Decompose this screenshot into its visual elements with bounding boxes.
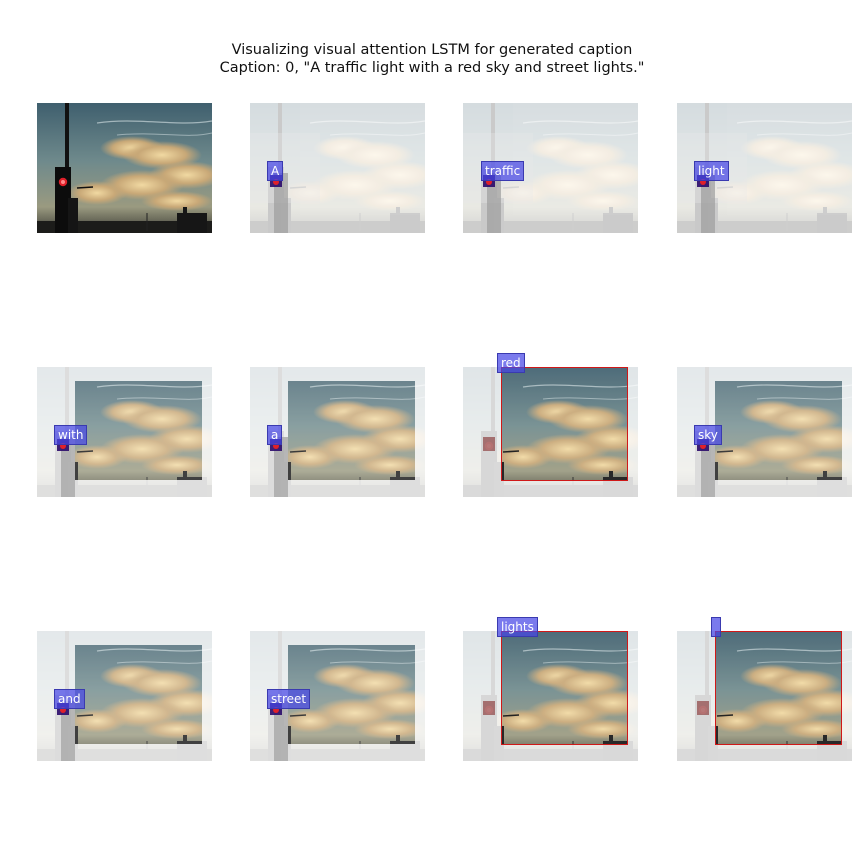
caption-word-label: and	[54, 689, 85, 709]
figure-title-line-2: Caption: 0, "A traffic light with a red …	[219, 60, 645, 76]
caption-word-label: street	[267, 689, 311, 709]
caption-word-label: A	[267, 161, 284, 181]
caption-word-label: sky	[694, 425, 722, 445]
caption-word-label: red	[497, 353, 525, 373]
attention-box	[501, 631, 628, 745]
sunset-sky-traffic-light-photo	[37, 103, 212, 233]
attention-box	[501, 367, 628, 481]
caption-word-label: traffic	[481, 161, 525, 181]
caption-word-label: lights	[497, 617, 538, 637]
caption-word-label	[711, 617, 721, 637]
figure-title-line-1: Visualizing visual attention LSTM for ge…	[231, 42, 633, 58]
caption-word-label: with	[54, 425, 88, 445]
caption-word-label: a	[267, 425, 283, 445]
original-image-panel	[37, 103, 212, 233]
attention-box	[715, 631, 842, 745]
caption-word-label: light	[694, 161, 729, 181]
